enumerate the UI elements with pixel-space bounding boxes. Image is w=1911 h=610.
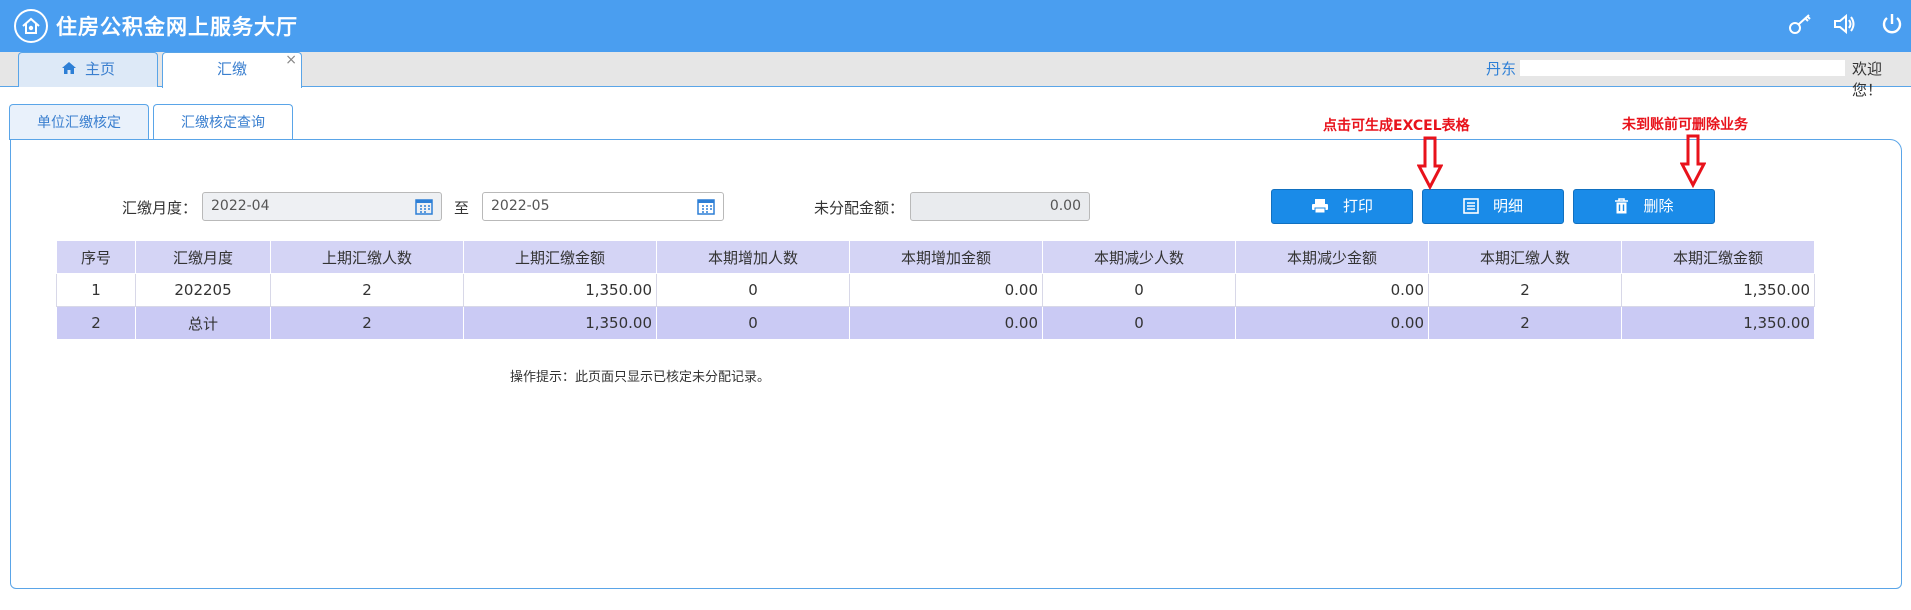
column-header[interactable]: 本期增加人数 [656, 240, 850, 274]
column-header[interactable]: 上期汇缴金额 [463, 240, 657, 274]
table-cell: 0 [1042, 273, 1236, 307]
table-cell: 2 [1428, 306, 1622, 340]
detail-button-label: 明细 [1492, 197, 1523, 215]
tab-verify-query-label: 汇缴核定查询 [181, 115, 265, 131]
table-cell: 1 [56, 273, 136, 307]
table-cell: 2 [56, 306, 136, 340]
power-icon[interactable] [1878, 10, 1906, 38]
column-header[interactable]: 本期汇缴人数 [1428, 240, 1622, 274]
tab-unit-verify[interactable]: 单位汇缴核定 [9, 104, 149, 140]
table-row[interactable]: 1 202205 2 1,350.00 0 0.00 0 0.00 2 1,35… [56, 273, 1815, 307]
tab-verify-query[interactable]: 汇缴核定查询 [153, 104, 293, 141]
table-cell: 0 [656, 306, 850, 340]
print-button[interactable]: 打印 [1271, 189, 1413, 224]
to-month-value: 2022-05 [491, 198, 550, 214]
table-cell: 总计 [135, 306, 271, 340]
detail-button[interactable]: 明细 [1422, 189, 1564, 224]
annotation-delete: 未到账前可删除业务 [1622, 117, 1748, 133]
tab-payment[interactable]: 汇缴 × [162, 52, 302, 88]
table-cell: 2 [1428, 273, 1622, 307]
column-header[interactable]: 本期汇缴金额 [1621, 240, 1815, 274]
tab-home-label: 主页 [84, 60, 115, 78]
column-header[interactable]: 本期减少人数 [1042, 240, 1236, 274]
delete-button-label: 删除 [1643, 197, 1674, 215]
table-total-row[interactable]: 2 总计 2 1,350.00 0 0.00 0 0.00 2 1,350.00 [56, 306, 1815, 340]
month-label: 汇缴月度： [122, 199, 198, 217]
app-title: 住房公积金网上服务大厅 [56, 15, 298, 39]
unallocated-label: 未分配金额： [814, 199, 905, 217]
from-month-value: 2022-04 [211, 198, 270, 214]
tab-unit-verify-label: 单位汇缴核定 [37, 115, 121, 131]
close-icon[interactable]: × [285, 44, 297, 76]
table-header-row: 序号 汇缴月度 上期汇缴人数 上期汇缴金额 本期增加人数 本期增加金额 本期减少… [56, 240, 1815, 274]
welcome-text: 欢迎您！ [1852, 60, 1883, 99]
delete-button[interactable]: 删除 [1573, 189, 1715, 224]
column-header[interactable]: 序号 [56, 240, 136, 274]
arrow-down-icon [1417, 136, 1443, 190]
calendar-icon[interactable] [415, 198, 433, 225]
table-cell: 1,350.00 [1621, 306, 1815, 340]
column-header[interactable]: 本期减少金额 [1235, 240, 1429, 274]
verify-query-table: 序号 汇缴月度 上期汇缴人数 上期汇缴金额 本期增加人数 本期增加金额 本期减少… [56, 240, 1815, 340]
column-header[interactable]: 本期增加金额 [849, 240, 1043, 274]
table-cell: 0 [1042, 306, 1236, 340]
from-month-input[interactable]: 2022-04 [202, 192, 442, 221]
table-cell: 2 [270, 273, 464, 307]
list-icon [1463, 198, 1479, 214]
table-cell: 0.00 [1235, 273, 1429, 307]
table-cell: 1,350.00 [463, 306, 657, 340]
home-icon [61, 55, 77, 87]
tab-payment-label: 汇缴 [216, 60, 247, 78]
to-month-input[interactable]: 2022-05 [482, 192, 724, 221]
to-label: 至 [454, 199, 470, 217]
print-button-label: 打印 [1342, 197, 1373, 215]
table-cell: 0.00 [849, 306, 1043, 340]
speaker-icon[interactable] [1830, 10, 1858, 38]
printer-icon [1311, 199, 1328, 214]
table-cell: 0.00 [1235, 306, 1429, 340]
table-cell: 1,350.00 [463, 273, 657, 307]
column-header[interactable]: 汇缴月度 [135, 240, 271, 274]
table-cell: 0.00 [849, 273, 1043, 307]
trash-icon [1615, 198, 1629, 214]
home-logo-icon [14, 9, 48, 43]
unallocated-amount-field: 0.00 [910, 192, 1090, 221]
user-name: 丹东 [1486, 60, 1517, 78]
column-header[interactable]: 上期汇缴人数 [270, 240, 464, 274]
redacted-user-area [1520, 60, 1845, 76]
key-icon[interactable] [1786, 10, 1814, 38]
operation-hint: 操作提示：此页面只显示已核定未分配记录。 [510, 370, 771, 385]
calendar-icon[interactable] [697, 198, 715, 225]
arrow-down-icon [1680, 134, 1706, 188]
table-cell: 202205 [135, 273, 271, 307]
table-cell: 0 [656, 273, 850, 307]
tab-home[interactable]: 主页 [18, 52, 158, 87]
table-cell: 1,350.00 [1621, 273, 1815, 307]
annotation-excel: 点击可生成EXCEL表格 [1323, 118, 1470, 134]
table-cell: 2 [270, 306, 464, 340]
